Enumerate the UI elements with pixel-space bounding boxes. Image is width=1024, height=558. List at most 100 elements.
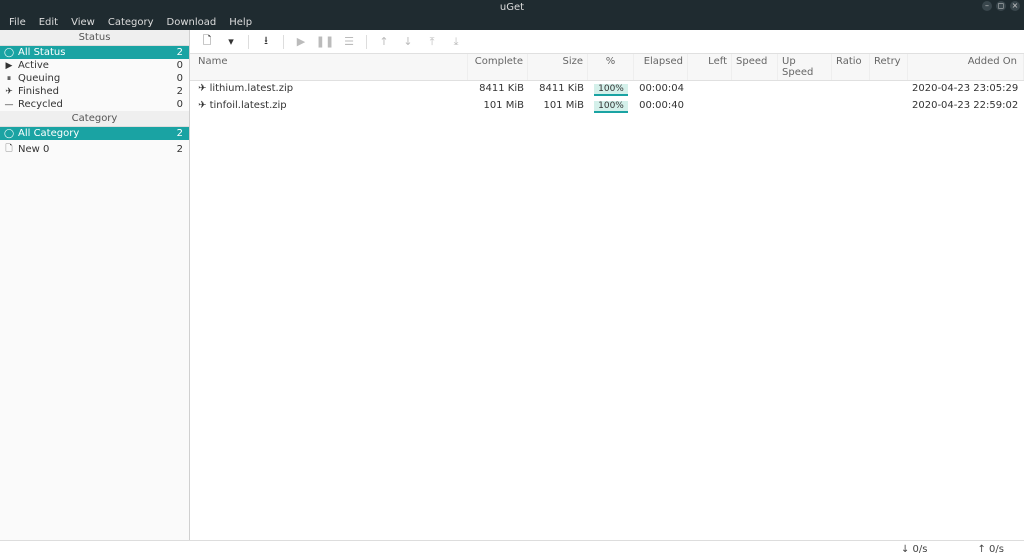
col-retry[interactable]: Retry — [870, 54, 908, 80]
status-icon: ✈ — [4, 87, 14, 97]
maximize-button[interactable]: ◻ — [996, 1, 1006, 11]
cell-speed — [732, 82, 778, 97]
cell-name: lithium.latest.zip — [210, 83, 294, 94]
cell-retry — [870, 82, 908, 97]
col-size[interactable]: Size — [528, 54, 588, 80]
cell-size: 8411 KiB — [528, 82, 588, 97]
titlebar: uGet – ◻ × — [0, 0, 1024, 14]
menubar: File Edit View Category Download Help — [0, 14, 1024, 30]
sidebar-item-label: Finished — [18, 86, 59, 97]
save-icon[interactable]: ⭳ — [259, 35, 273, 49]
cell-elapsed: 00:00:40 — [634, 99, 688, 114]
sidebar-item-status-2[interactable]: ⏸ Queuing 0 — [0, 72, 189, 85]
col-left[interactable]: Left — [688, 54, 732, 80]
cell-ratio — [832, 82, 870, 97]
sidebar-item-label: All Status — [18, 47, 65, 58]
status-icon: — — [4, 100, 14, 110]
cell-left — [688, 99, 732, 114]
sidebar-item-category-0[interactable]: ◯ All Category 2 — [0, 127, 189, 140]
toolbar: 🗋▾⭳▶❚❚☰↑↓⤒⤓ — [190, 30, 1024, 54]
sidebar-item-count: 0 — [177, 99, 185, 110]
cell-left — [688, 82, 732, 97]
status-icon: ◯ — [4, 48, 14, 58]
window-controls: – ◻ × — [982, 1, 1020, 11]
category-icon: 🗋 — [4, 141, 14, 157]
properties-icon: ☰ — [342, 35, 356, 49]
cell-percent: 100% — [588, 82, 634, 97]
finished-icon: ✈ — [198, 83, 210, 94]
status-down-speed: ↓ 0/s — [901, 544, 928, 555]
sidebar-item-label: Recycled — [18, 99, 63, 110]
sidebar-item-status-0[interactable]: ◯ All Status 2 — [0, 46, 189, 59]
menu-view[interactable]: View — [66, 16, 100, 29]
sidebar-item-count: 2 — [177, 128, 185, 139]
sidebar-item-label: Active — [18, 60, 49, 71]
dropdown-icon[interactable]: ▾ — [224, 35, 238, 49]
grid-body: ✈ lithium.latest.zip8411 KiB8411 KiB100%… — [190, 81, 1024, 115]
cell-ratio — [832, 99, 870, 114]
statusbar: ↓ 0/s ↑ 0/s — [0, 540, 1024, 558]
cell-percent: 100% — [588, 99, 634, 114]
table-row[interactable]: ✈ lithium.latest.zip8411 KiB8411 KiB100%… — [190, 81, 1024, 98]
pause-icon: ❚❚ — [318, 35, 332, 49]
status-icon: ▶ — [4, 61, 14, 71]
col-ratio[interactable]: Ratio — [832, 54, 870, 80]
cell-speed — [732, 99, 778, 114]
sidebar-item-status-1[interactable]: ▶ Active 0 — [0, 59, 189, 72]
menu-category[interactable]: Category — [103, 16, 159, 29]
cell-upspeed — [778, 99, 832, 114]
cell-retry — [870, 99, 908, 114]
status-icon: ⏸ — [4, 74, 14, 84]
menu-file[interactable]: File — [4, 16, 31, 29]
menu-edit[interactable]: Edit — [34, 16, 63, 29]
up-icon: ↑ — [377, 35, 391, 49]
sidebar-category-header: Category — [0, 111, 189, 127]
cell-added: 2020-04-23 23:05:29 — [908, 82, 1024, 97]
sidebar-item-label: All Category — [18, 128, 79, 139]
finished-icon: ✈ — [198, 100, 210, 111]
col-upspeed[interactable]: Up Speed — [778, 54, 832, 80]
cell-size: 101 MiB — [528, 99, 588, 114]
col-percent[interactable]: % — [588, 54, 634, 80]
cell-elapsed: 00:00:04 — [634, 82, 688, 97]
toolbar-separator — [248, 35, 249, 49]
sidebar-item-label: Queuing — [18, 73, 60, 84]
close-button[interactable]: × — [1010, 1, 1020, 11]
col-elapsed[interactable]: Elapsed — [634, 54, 688, 80]
top-icon: ⤒ — [425, 35, 439, 49]
cell-complete: 8411 KiB — [468, 82, 528, 97]
minimize-button[interactable]: – — [982, 1, 992, 11]
sidebar-item-count: 0 — [177, 73, 185, 84]
col-name[interactable]: Name — [190, 54, 468, 80]
menu-download[interactable]: Download — [162, 16, 222, 29]
cell-complete: 101 MiB — [468, 99, 528, 114]
bottom-icon: ⤓ — [449, 35, 463, 49]
sidebar-item-count: 2 — [177, 47, 185, 58]
col-speed[interactable]: Speed — [732, 54, 778, 80]
grid-header: Name Complete Size % Elapsed Left Speed … — [190, 54, 1024, 81]
sidebar-item-status-4[interactable]: — Recycled 0 — [0, 98, 189, 111]
play-icon: ▶ — [294, 35, 308, 49]
sidebar-item-count: 2 — [177, 86, 185, 97]
sidebar-item-status-3[interactable]: ✈ Finished 2 — [0, 85, 189, 98]
sidebar-item-category-1[interactable]: 🗋 New 0 2 — [0, 140, 189, 158]
menu-help[interactable]: Help — [224, 16, 257, 29]
toolbar-separator — [366, 35, 367, 49]
table-row[interactable]: ✈ tinfoil.latest.zip101 MiB101 MiB100%00… — [190, 98, 1024, 115]
sidebar-status-header: Status — [0, 30, 189, 46]
new-icon[interactable]: 🗋 — [200, 35, 214, 49]
sidebar: Status ◯ All Status 2 ▶ Active 0 ⏸ Queuing 0 ✈ Fin… — [0, 30, 190, 540]
sidebar-item-count: 2 — [177, 144, 185, 155]
toolbar-separator — [283, 35, 284, 49]
status-up-speed: ↑ 0/s — [978, 544, 1005, 555]
sidebar-item-label: New 0 — [18, 144, 49, 155]
window-title: uGet — [500, 2, 524, 13]
sidebar-item-count: 0 — [177, 60, 185, 71]
col-added[interactable]: Added On — [908, 54, 1024, 80]
content: 🗋▾⭳▶❚❚☰↑↓⤒⤓ Name Complete Size % Elapsed… — [190, 30, 1024, 540]
col-complete[interactable]: Complete — [468, 54, 528, 80]
cell-added: 2020-04-23 22:59:02 — [908, 99, 1024, 114]
main-area: Status ◯ All Status 2 ▶ Active 0 ⏸ Queuing 0 ✈ Fin… — [0, 30, 1024, 540]
cell-upspeed — [778, 82, 832, 97]
category-icon: ◯ — [4, 129, 14, 139]
